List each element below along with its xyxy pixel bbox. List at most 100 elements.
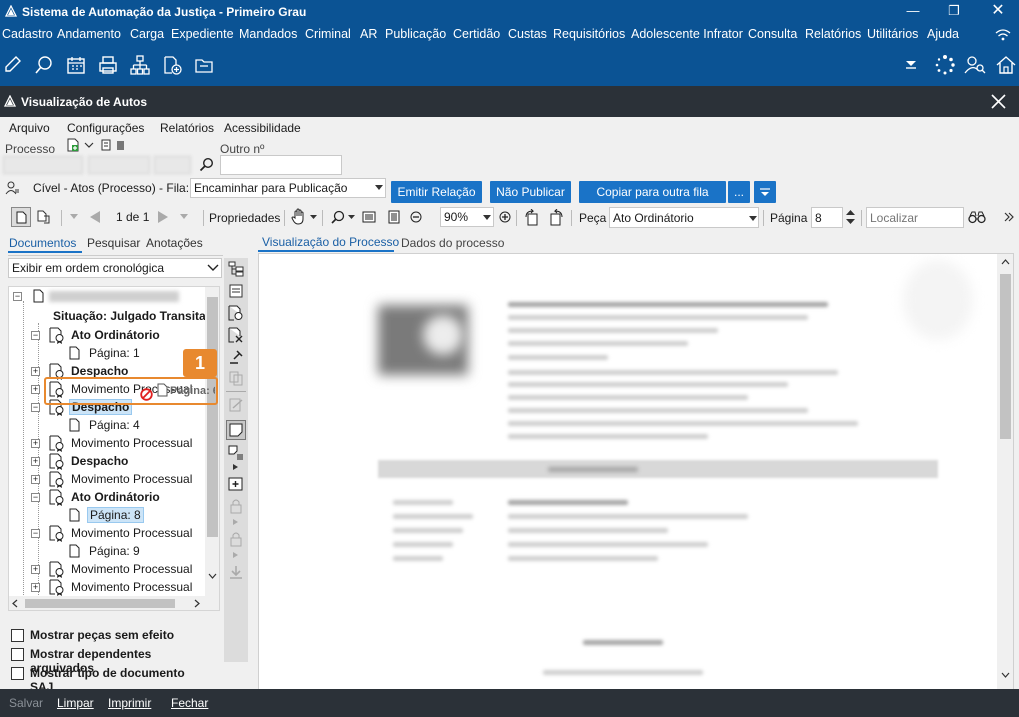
menu-publicacao[interactable]: Publicação — [385, 27, 446, 41]
menu-ajuda[interactable]: Ajuda — [927, 27, 959, 41]
chevron-down-icon[interactable] — [208, 573, 217, 579]
menu-ar[interactable]: AR — [360, 27, 377, 41]
tree-horizontal-scrollbar[interactable] — [9, 596, 219, 610]
menu-carga[interactable]: Carga — [130, 27, 164, 41]
chevron-down-icon[interactable] — [70, 214, 78, 220]
tree-item[interactable]: − Ato Ordinátorio — [29, 489, 219, 507]
collapse-toggle[interactable]: − — [31, 331, 40, 340]
document-viewer[interactable] — [258, 253, 1014, 691]
limpar-button[interactable]: Limpar — [57, 696, 94, 710]
annotation-note-button[interactable] — [226, 420, 246, 440]
chevron-down-icon[interactable] — [348, 215, 355, 220]
menu-criminal[interactable]: Criminal — [305, 27, 351, 41]
restore-button[interactable]: ❐ — [934, 0, 974, 24]
menu-acessibilidade[interactable]: Acessibilidade — [224, 121, 301, 135]
bookmark-icon[interactable] — [101, 139, 111, 151]
fit-width-icon[interactable] — [362, 210, 376, 224]
document-view-button[interactable] — [11, 207, 31, 227]
dropdown-arrow-icon[interactable] — [905, 58, 917, 70]
checkbox[interactable] — [11, 667, 24, 680]
processo-foro-field[interactable] — [88, 156, 150, 174]
certified-remove-icon[interactable] — [228, 327, 244, 344]
certified-search-icon[interactable] — [228, 305, 244, 322]
tree-structure-icon[interactable] — [228, 261, 244, 277]
expand-toggle[interactable]: + — [31, 367, 40, 376]
menu-relatorios-dialog[interactable]: Relatórios — [160, 121, 214, 135]
fechar-button[interactable]: Fechar — [171, 696, 208, 710]
fila-select[interactable]: Encaminhar para Publicação — [190, 178, 386, 198]
add-note-icon[interactable] — [228, 476, 244, 492]
note-list-icon[interactable] — [228, 445, 244, 461]
tree-vertical-scrollbar[interactable] — [205, 287, 219, 597]
pagina-input[interactable]: 8 — [811, 207, 843, 228]
tree-root[interactable]: − — [13, 289, 203, 307]
collapse-toggle[interactable]: − — [31, 403, 40, 412]
overflow-chevron-icon[interactable] — [1004, 212, 1014, 222]
menu-cadastro[interactable]: Cadastro — [2, 27, 53, 41]
expand-toggle[interactable]: + — [31, 457, 40, 466]
hierarchy-icon[interactable] — [129, 54, 151, 76]
chevron-left-icon[interactable] — [12, 599, 18, 608]
tree-item[interactable]: − Movimento Processual — [29, 525, 219, 543]
tab-dados-processo[interactable]: Dados do processo — [401, 236, 504, 250]
processo-number-field[interactable] — [3, 156, 83, 174]
scroll-thumb[interactable] — [1000, 274, 1011, 439]
home-icon[interactable] — [995, 54, 1017, 76]
expand-toggle[interactable]: + — [31, 475, 40, 484]
page-spinner-icon[interactable] — [846, 208, 855, 226]
close-button[interactable]: ✕ — [978, 0, 1018, 24]
expand-toggle[interactable]: + — [31, 439, 40, 448]
checkbox[interactable] — [11, 629, 24, 642]
menu-certidao[interactable]: Certidão — [453, 27, 500, 41]
menu-arquivo[interactable]: Arquivo — [9, 121, 50, 135]
folder-icon[interactable] — [193, 54, 215, 76]
menu-custas[interactable]: Custas — [508, 27, 547, 41]
chevron-down-icon[interactable] — [84, 141, 94, 149]
hand-tool-icon[interactable] — [291, 208, 307, 225]
scroll-thumb[interactable] — [25, 599, 175, 608]
binoculars-icon[interactable] — [968, 210, 986, 224]
emitir-relacao-button[interactable]: Emitir Relação — [391, 181, 482, 203]
rotate-left-icon[interactable] — [524, 209, 541, 226]
search-icon[interactable] — [199, 157, 214, 172]
tree-page-item-selected[interactable]: Página: 8 — [49, 507, 209, 525]
chevron-up-icon[interactable] — [1001, 259, 1010, 265]
collapse-toggle[interactable]: − — [31, 493, 40, 502]
imprimir-button[interactable]: Imprimir — [108, 696, 151, 710]
zoom-out-icon[interactable] — [410, 211, 422, 223]
users-search-icon[interactable] — [964, 54, 986, 76]
more-options-button[interactable]: ... — [728, 181, 750, 203]
zoom-icon[interactable] — [331, 210, 345, 224]
checkbox[interactable] — [11, 648, 24, 661]
tree-item[interactable]: − Ato Ordinátorio — [29, 327, 219, 345]
option-tipo-documento-saj[interactable]: Mostrar tipo de documento SAJ — [11, 666, 211, 694]
copiar-outra-fila-button[interactable]: Copiar para outra fila — [579, 181, 726, 203]
tree-item[interactable]: + Movimento Processual — [29, 435, 219, 453]
option-dependentes-arquivados[interactable]: Mostrar dependentes arquivados — [11, 647, 211, 675]
expand-toggle[interactable]: + — [31, 565, 40, 574]
tree-item[interactable]: + Movimento Processual — [29, 579, 219, 597]
option-pecas-sem-efeito[interactable]: Mostrar peças sem efeito — [11, 628, 191, 644]
previous-page-icon[interactable] — [88, 210, 102, 224]
expand-toggle[interactable]: + — [31, 583, 40, 592]
chevron-right-icon[interactable] — [233, 464, 238, 470]
collapse-toggle[interactable]: − — [13, 292, 22, 301]
collapse-toggle[interactable]: − — [31, 529, 40, 538]
menu-relatorios[interactable]: Relatórios — [805, 27, 861, 41]
minimize-button[interactable]: — — [893, 0, 933, 24]
menu-requisitorios[interactable]: Requisitórios — [553, 27, 625, 41]
gavel-icon[interactable] — [228, 349, 244, 365]
scroll-thumb[interactable] — [207, 297, 218, 537]
printer-icon[interactable] — [97, 54, 119, 76]
pages-icon[interactable] — [37, 210, 51, 224]
expand-button[interactable] — [754, 181, 776, 203]
search-document-icon[interactable] — [33, 54, 55, 76]
next-page-icon[interactable] — [156, 210, 170, 224]
propriedades-button[interactable]: Propriedades — [209, 211, 280, 225]
tab-pesquisar[interactable]: Pesquisar — [87, 236, 140, 250]
viewer-vertical-scrollbar[interactable] — [997, 254, 1013, 690]
tree-item[interactable]: + Movimento Processual — [29, 561, 219, 579]
close-icon[interactable] — [991, 94, 1006, 109]
tree-page-item[interactable]: Página: 4 — [49, 417, 209, 435]
menu-consulta[interactable]: Consulta — [748, 27, 797, 41]
